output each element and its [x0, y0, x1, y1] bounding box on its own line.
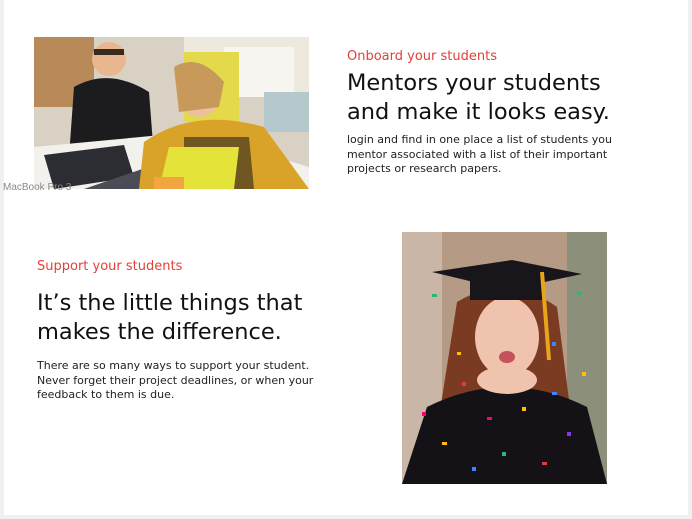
onboard-headline-line: Mentors your students — [347, 70, 601, 96]
photo-graduate-confetti — [402, 232, 607, 484]
onboard-description-line: projects or research papers. — [347, 162, 502, 175]
onboard-eyebrow: Onboard your students — [347, 49, 497, 64]
support-description-line: Never forget their project deadlines, or… — [37, 373, 314, 387]
onboard-headline-line: and make it looks easy. — [347, 99, 610, 125]
support-eyebrow: Support your students — [37, 259, 183, 274]
artboard-label: MacBook Pro 3 — [3, 182, 72, 193]
support-headline-line: It’s the little things that — [37, 290, 303, 316]
support-headline: It’s the little things that makes the di… — [37, 289, 337, 347]
support-description: There are so many ways to support your s… — [37, 359, 337, 403]
onboard-description-line: login and find in one place a list of st… — [347, 133, 612, 146]
support-headline-line: makes the difference. — [37, 319, 282, 345]
onboard-description-line: mentor associated with a list of their i… — [347, 147, 608, 161]
support-description-line: There are so many ways to support your s… — [37, 359, 310, 372]
onboard-headline: Mentors your students and make it looks … — [347, 69, 647, 127]
photo-students-laughing — [34, 37, 309, 189]
support-description-line: feedback to them is due. — [37, 388, 175, 401]
onboard-description: login and find in one place a list of st… — [347, 133, 647, 177]
